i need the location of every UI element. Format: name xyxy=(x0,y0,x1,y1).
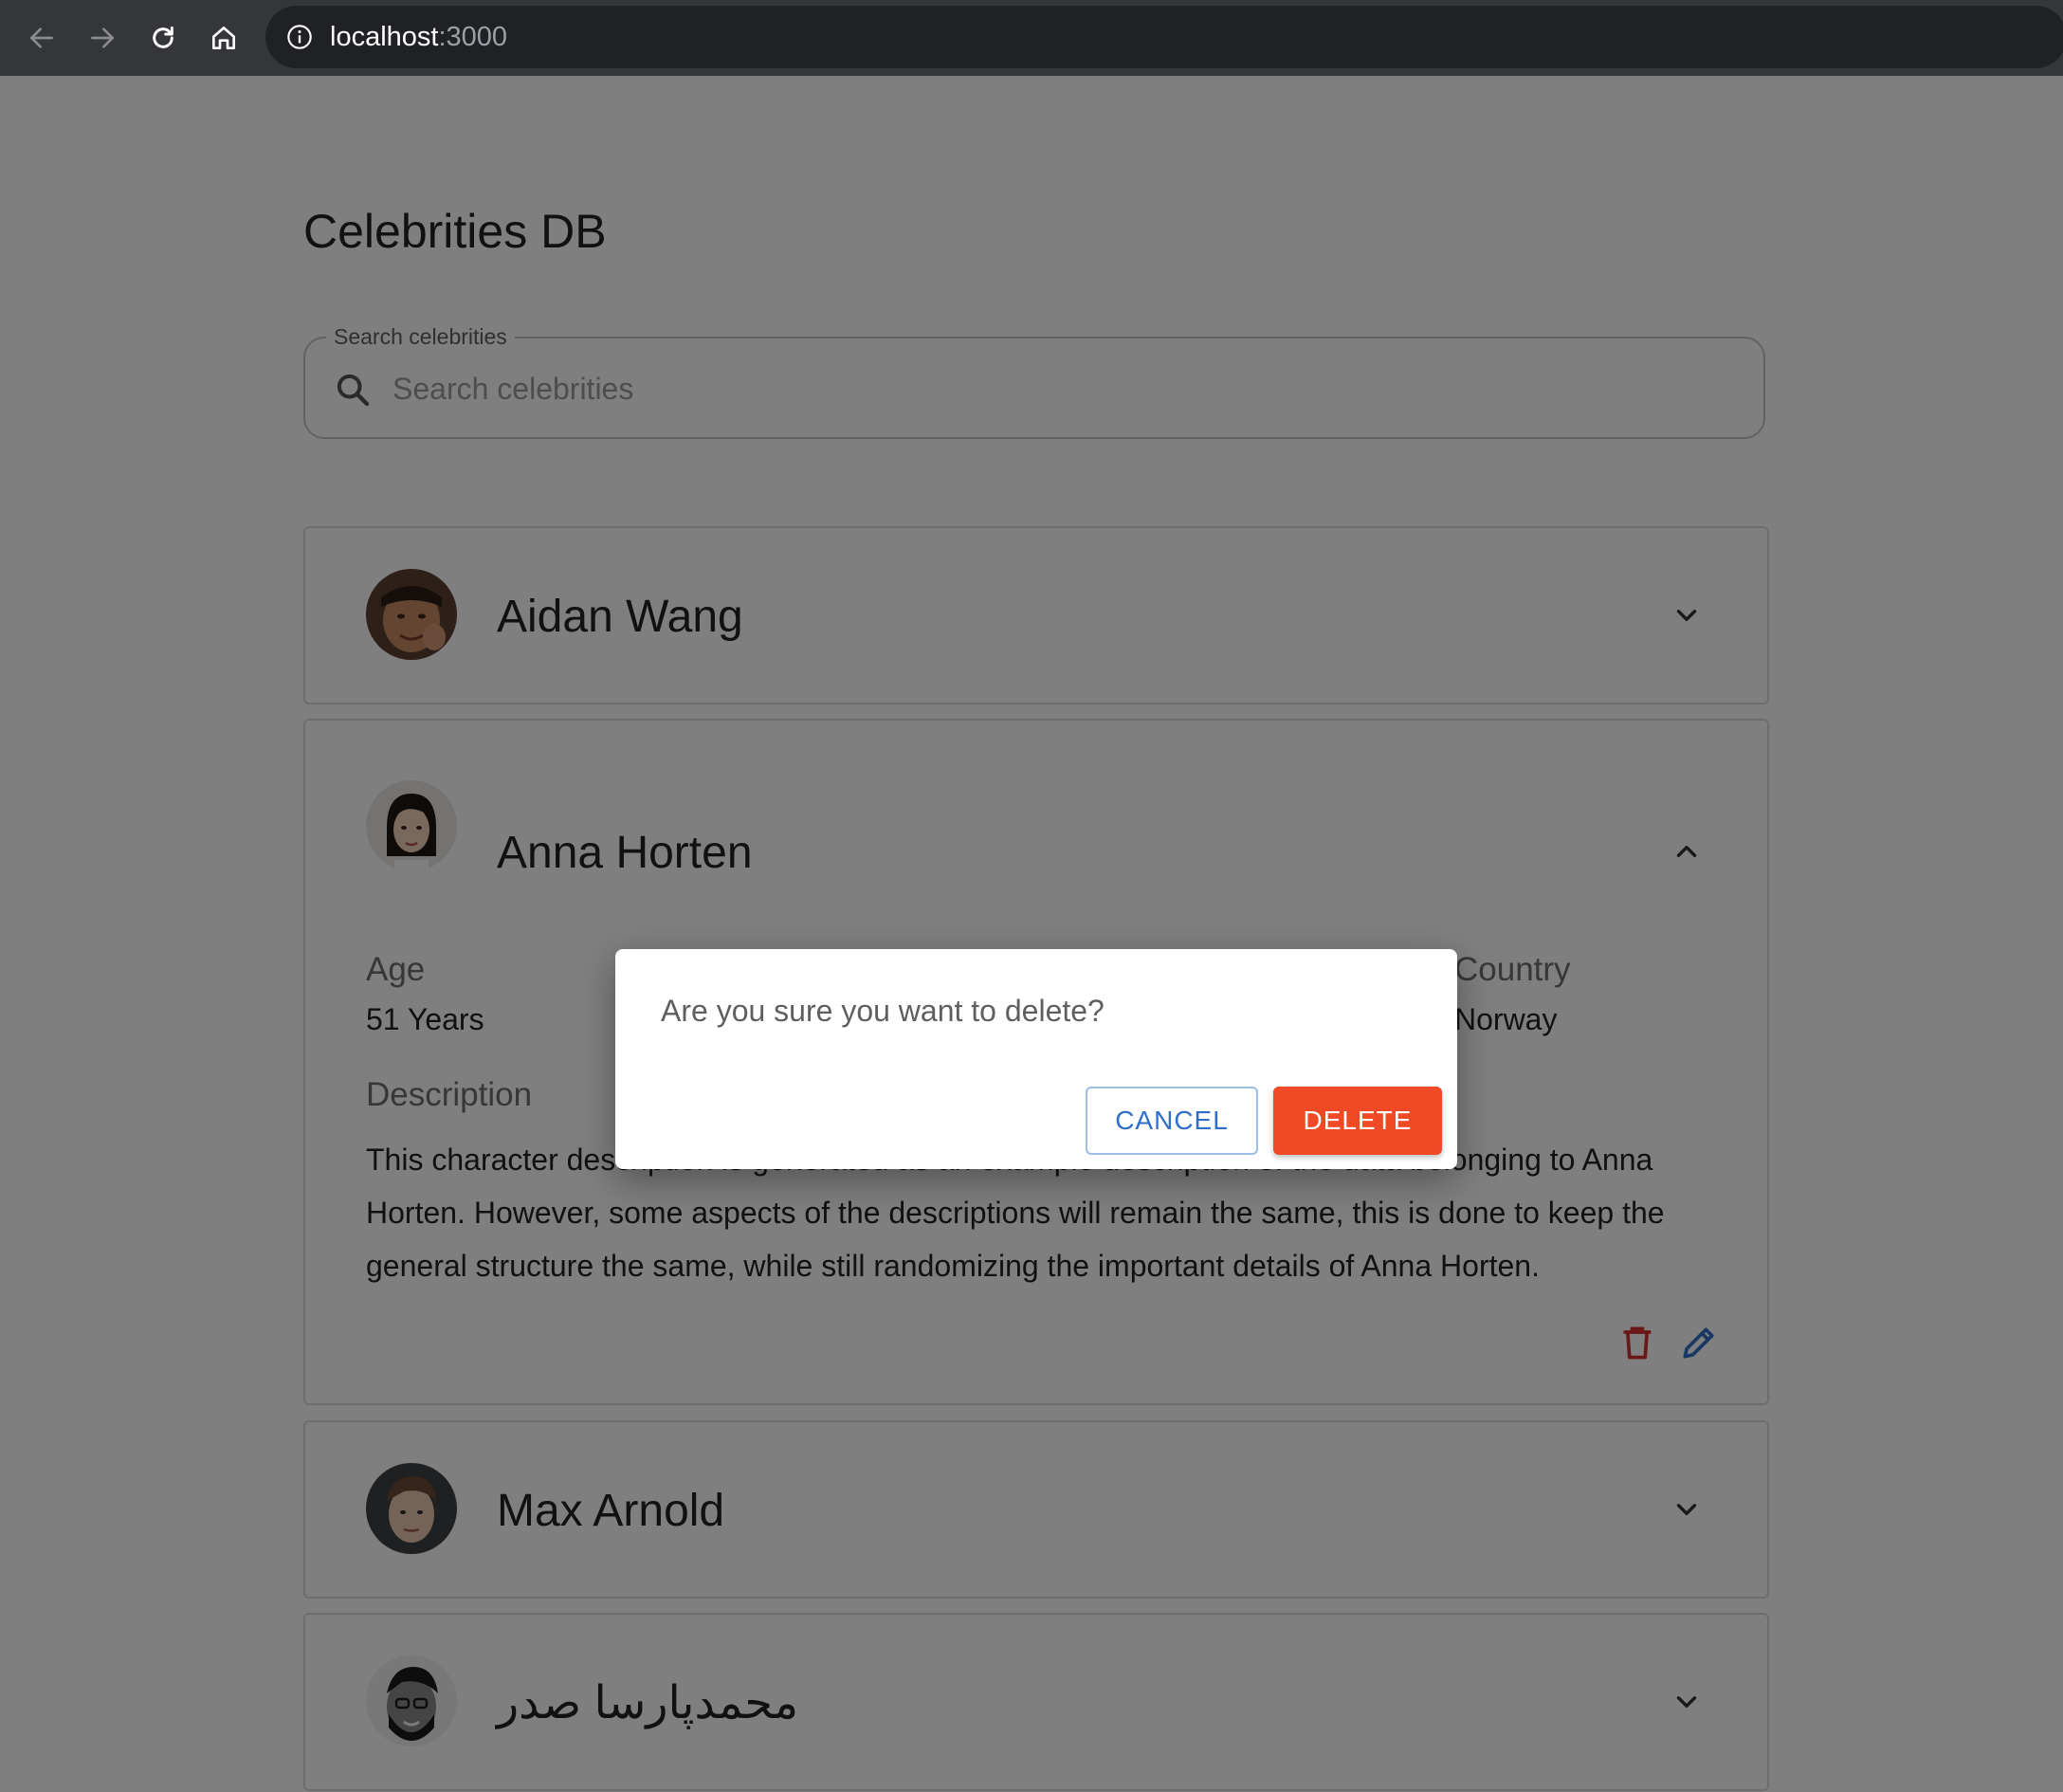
url-port: :3000 xyxy=(438,22,508,52)
modal-backdrop[interactable] xyxy=(0,76,2063,1792)
home-icon[interactable] xyxy=(203,17,245,59)
address-bar[interactable]: localhost:3000 xyxy=(265,6,2063,68)
browser-toolbar: localhost:3000 xyxy=(0,0,2063,76)
reload-icon[interactable] xyxy=(142,17,184,59)
url-text[interactable]: localhost:3000 xyxy=(330,21,507,53)
back-icon[interactable] xyxy=(21,17,63,59)
forward-icon[interactable] xyxy=(82,17,123,59)
cancel-button[interactable]: CANCEL xyxy=(1086,1087,1258,1155)
dialog-message: Are you sure you want to delete? xyxy=(661,994,1105,1028)
delete-button[interactable]: DELETE xyxy=(1273,1087,1442,1155)
url-host: localhost xyxy=(330,22,439,52)
site-info-icon[interactable] xyxy=(286,24,313,50)
delete-confirmation-dialog: Are you sure you want to delete? CANCEL … xyxy=(615,949,1457,1169)
